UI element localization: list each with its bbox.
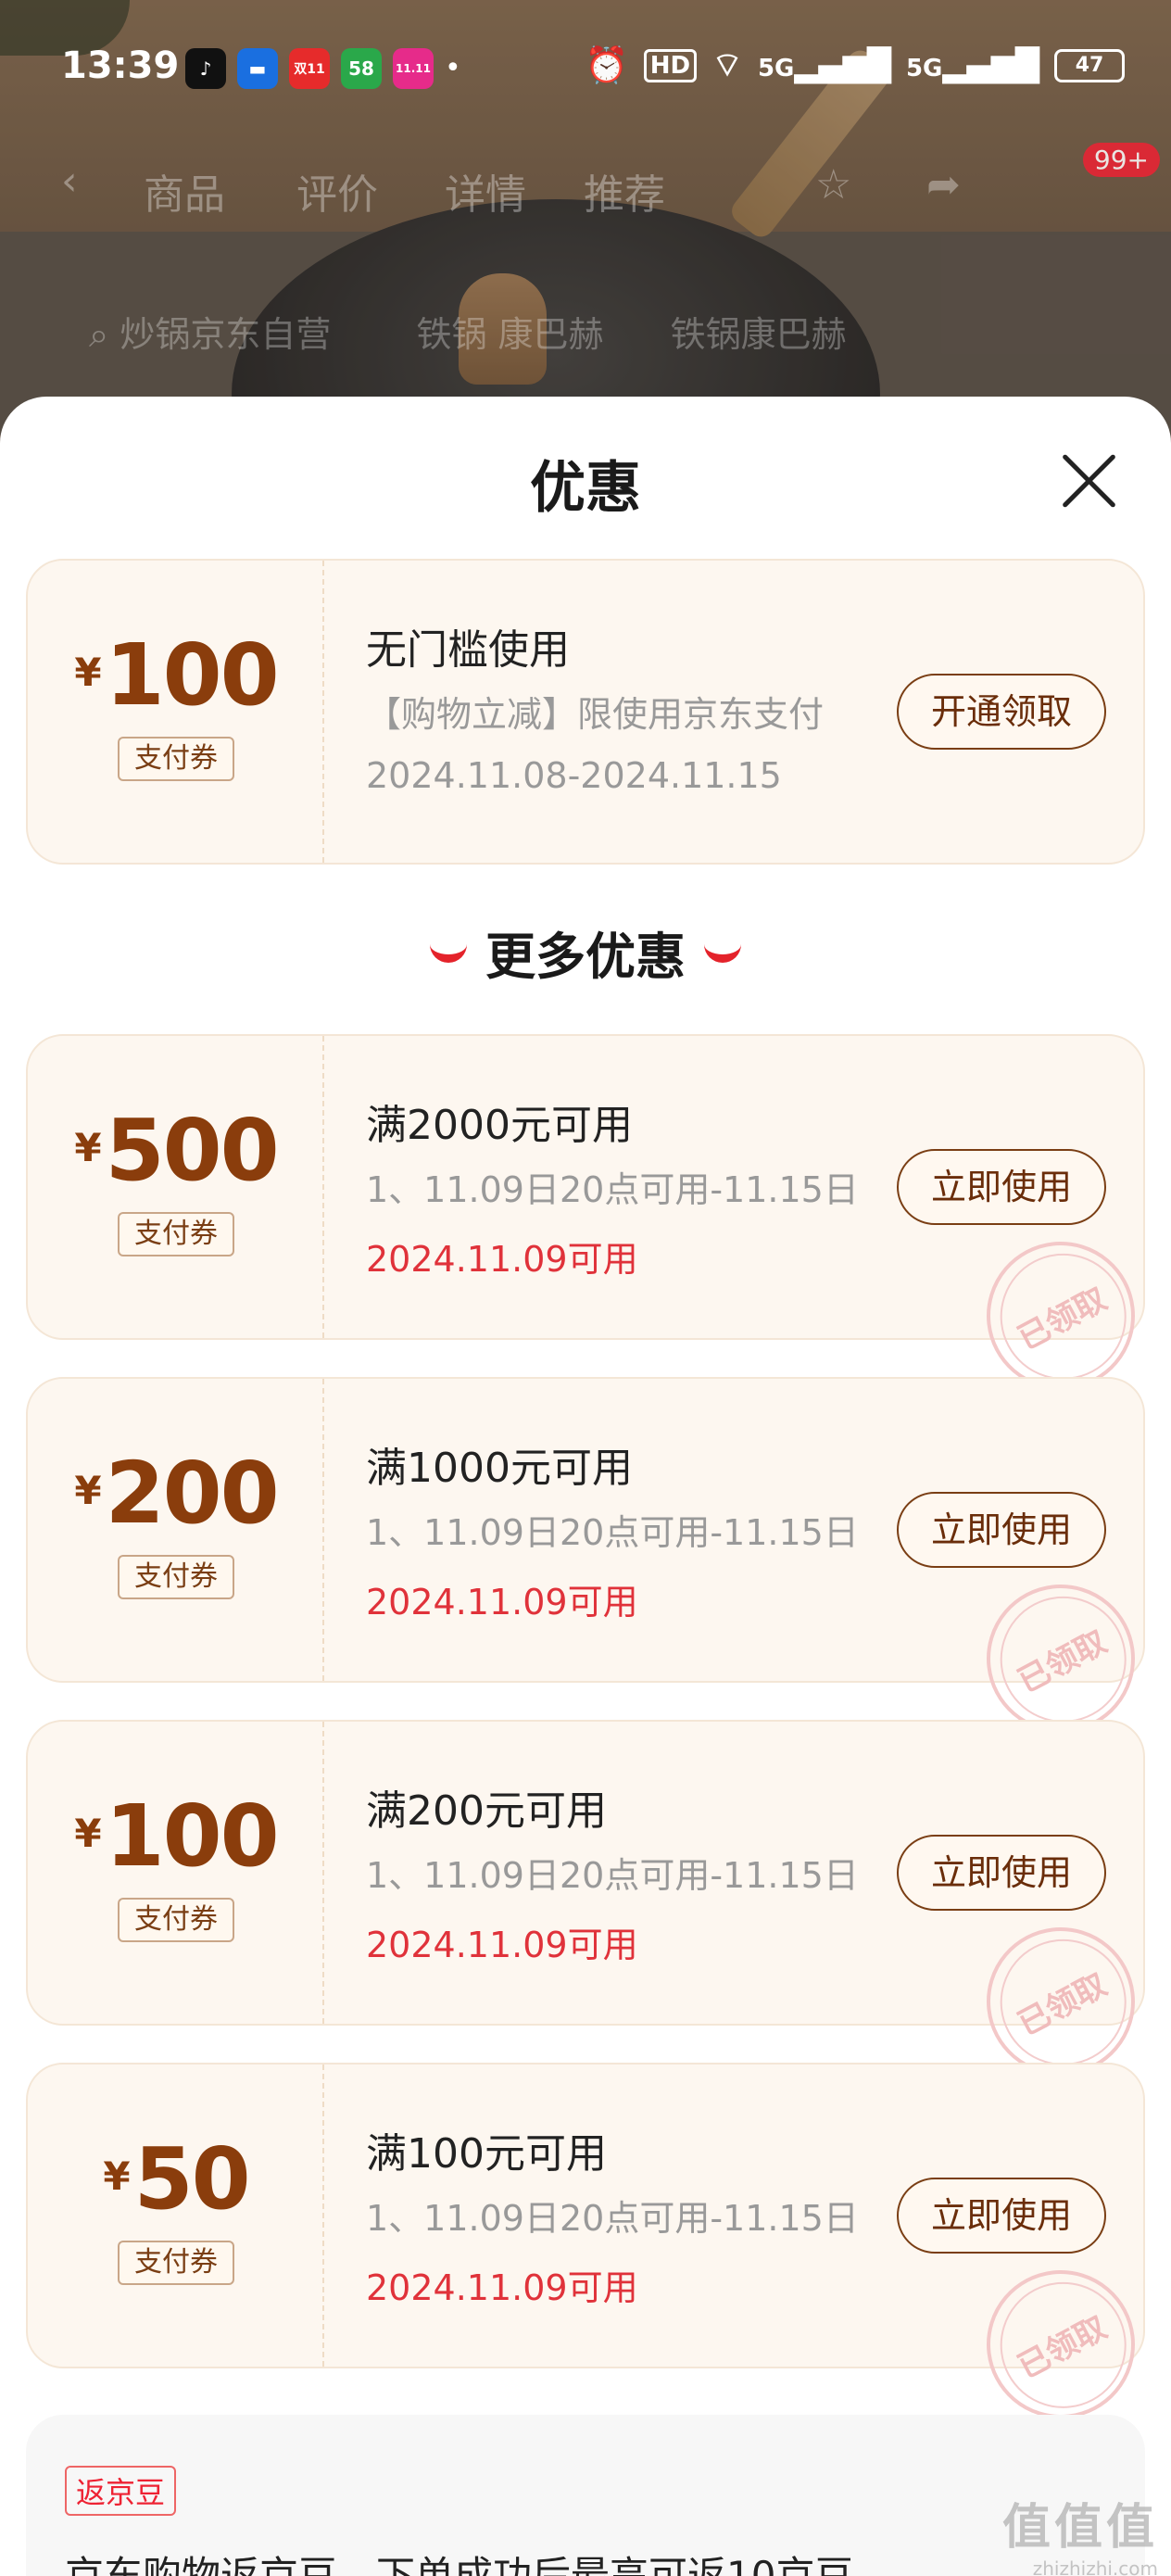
- status-bar: 13:39 ♪ ▬ 双11 58 11.11 • ⏰ HD ⌔ 5G▂▄▆█ 5…: [0, 0, 1171, 139]
- background-hot-search-2: 铁锅康巴赫: [670, 314, 847, 355]
- coupon-amount: ¥200: [74, 1444, 279, 1543]
- coupon-card-500: ¥500 支付券 满2000元可用 1、11.09日20点可用-11.15日 2…: [26, 1034, 1162, 1417]
- tab-reviews: 评价: [296, 171, 378, 219]
- signal-5g-icon-2: 5G▂▄▆█: [905, 46, 1039, 84]
- coupon-amount: ¥500: [74, 1101, 279, 1200]
- star-icon: ☆: [815, 161, 852, 208]
- tab-recommend: 推荐: [584, 171, 665, 219]
- status-right: ⏰ HD ⌔ 5G▂▄▆█ 5G▂▄▆█ 47: [585, 44, 1125, 86]
- coupon-date: 2024.11.09可用: [366, 1239, 638, 1280]
- coupon-sheet: 优惠 ¥100 支付券 无门槛使用 【购物立减】限使用京东支付 2024.11.…: [0, 397, 1171, 2576]
- coupon-desc: 1、11.09日20点可用-11.15日: [366, 1512, 859, 1553]
- coupon-card-top: ¥100 支付券 无门槛使用 【购物立减】限使用京东支付 2024.11.08-…: [26, 559, 1145, 865]
- share-icon: ➦: [926, 161, 961, 208]
- coupon-type-tag: 支付券: [118, 1212, 234, 1256]
- use-now-button[interactable]: 立即使用: [897, 1492, 1106, 1568]
- back-icon: ‹: [61, 158, 78, 205]
- status-time: 13:39: [61, 44, 180, 87]
- coupon-date: 2024.11.08-2024.11.15: [366, 755, 782, 796]
- coupon-type-tag: 支付券: [118, 1898, 234, 1942]
- background-nav: ‹ 商品 评价 详情 推荐 ☆ ➦ 99+: [0, 143, 1171, 241]
- use-now-button[interactable]: 立即使用: [897, 2178, 1106, 2254]
- coupon-card-100: ¥100 支付券 满200元可用 1、11.09日20点可用-11.15日 20…: [26, 1720, 1162, 2102]
- 58-app-icon: 58: [341, 48, 382, 89]
- alarm-icon: ⏰: [585, 44, 629, 85]
- double11-icon: 双11: [289, 48, 330, 89]
- signal-5g-icon-1: 5G▂▄▆█: [757, 46, 891, 84]
- coupon-amount: ¥100: [74, 1787, 279, 1886]
- coupon-desc: 1、11.09日20点可用-11.15日: [366, 1855, 859, 1896]
- coupon-amount: ¥100: [74, 625, 279, 725]
- coupon-title: 满200元可用: [366, 1787, 607, 1835]
- status-app-icons: ♪ ▬ 双11 58 11.11 •: [185, 48, 461, 89]
- coupon-type-tag: 支付券: [118, 1555, 234, 1599]
- hd-icon: HD: [643, 48, 698, 82]
- use-now-button[interactable]: 立即使用: [897, 1835, 1106, 1911]
- tiktok-icon: ♪: [185, 48, 226, 89]
- wallet-icon: ▬: [237, 48, 278, 89]
- coupon-amount: ¥50: [103, 2129, 250, 2229]
- coupon-desc: 1、11.09日20点可用-11.15日: [366, 2198, 859, 2239]
- wifi-icon: ⌔: [711, 46, 743, 84]
- more-notifications-dot: •: [445, 52, 461, 84]
- coupon-title: 满2000元可用: [366, 1102, 633, 1149]
- activate-claim-button[interactable]: 开通领取: [897, 674, 1106, 750]
- coupon-card-50: ¥50 支付券 满100元可用 1、11.09日20点可用-11.15日 202…: [26, 2063, 1162, 2445]
- more-offers-heading: 更多优惠: [0, 915, 1171, 989]
- jd-bean-card: 返京豆 京东购物返京豆，下单成功后最高可返10京豆: [26, 2415, 1145, 2576]
- battery-icon: 47: [1054, 48, 1125, 82]
- search-icon: ⌕: [89, 314, 120, 355]
- background-hot-search-1: 铁锅 康巴赫: [416, 314, 604, 355]
- tab-product: 商品: [144, 171, 225, 219]
- watermark-logo: 值值值: [1001, 2500, 1158, 2556]
- jd-bean-tag: 返京豆: [65, 2466, 177, 2516]
- coupon-type-tag: 支付券: [118, 2241, 234, 2285]
- coupon-date: 2024.11.09可用: [366, 1582, 638, 1623]
- coupon-title: 满1000元可用: [366, 1445, 633, 1492]
- jd-bean-text: 京东购物返京豆，下单成功后最高可返10京豆: [65, 2553, 854, 2576]
- sheet-title: 优惠: [530, 456, 641, 521]
- tab-details: 详情: [445, 171, 526, 219]
- coupon-date: 2024.11.09可用: [366, 2267, 638, 2308]
- smile-decoration-right: [704, 942, 741, 963]
- watermark: 值值值 zhizhizhi.com: [1002, 2488, 1158, 2576]
- coupon-desc: 1、11.09日20点可用-11.15日: [366, 1169, 859, 1210]
- background-search: ⌕ 炒锅京东自营 铁锅 康巴赫 铁锅康巴赫: [89, 306, 847, 357]
- background-search-text: 炒锅京东自营: [120, 314, 332, 355]
- coupon-title: 无门槛使用: [366, 626, 570, 674]
- sale-app-icon: 11.11: [393, 48, 434, 89]
- coupon-type-tag: 支付券: [118, 737, 234, 781]
- close-icon[interactable]: [1061, 452, 1118, 510]
- watermark-url: zhizhizhi.com: [1032, 2557, 1158, 2576]
- cart-badge: 99+: [1082, 143, 1160, 177]
- coupon-card-200: ¥200 支付券 满1000元可用 1、11.09日20点可用-11.15日 2…: [26, 1377, 1162, 1760]
- coupon-date: 2024.11.09可用: [366, 1925, 638, 1965]
- coupon-desc: 【购物立减】限使用京东支付: [366, 694, 825, 735]
- use-now-button[interactable]: 立即使用: [897, 1149, 1106, 1225]
- coupon-title: 满100元可用: [366, 2130, 607, 2178]
- smile-decoration-left: [430, 942, 467, 963]
